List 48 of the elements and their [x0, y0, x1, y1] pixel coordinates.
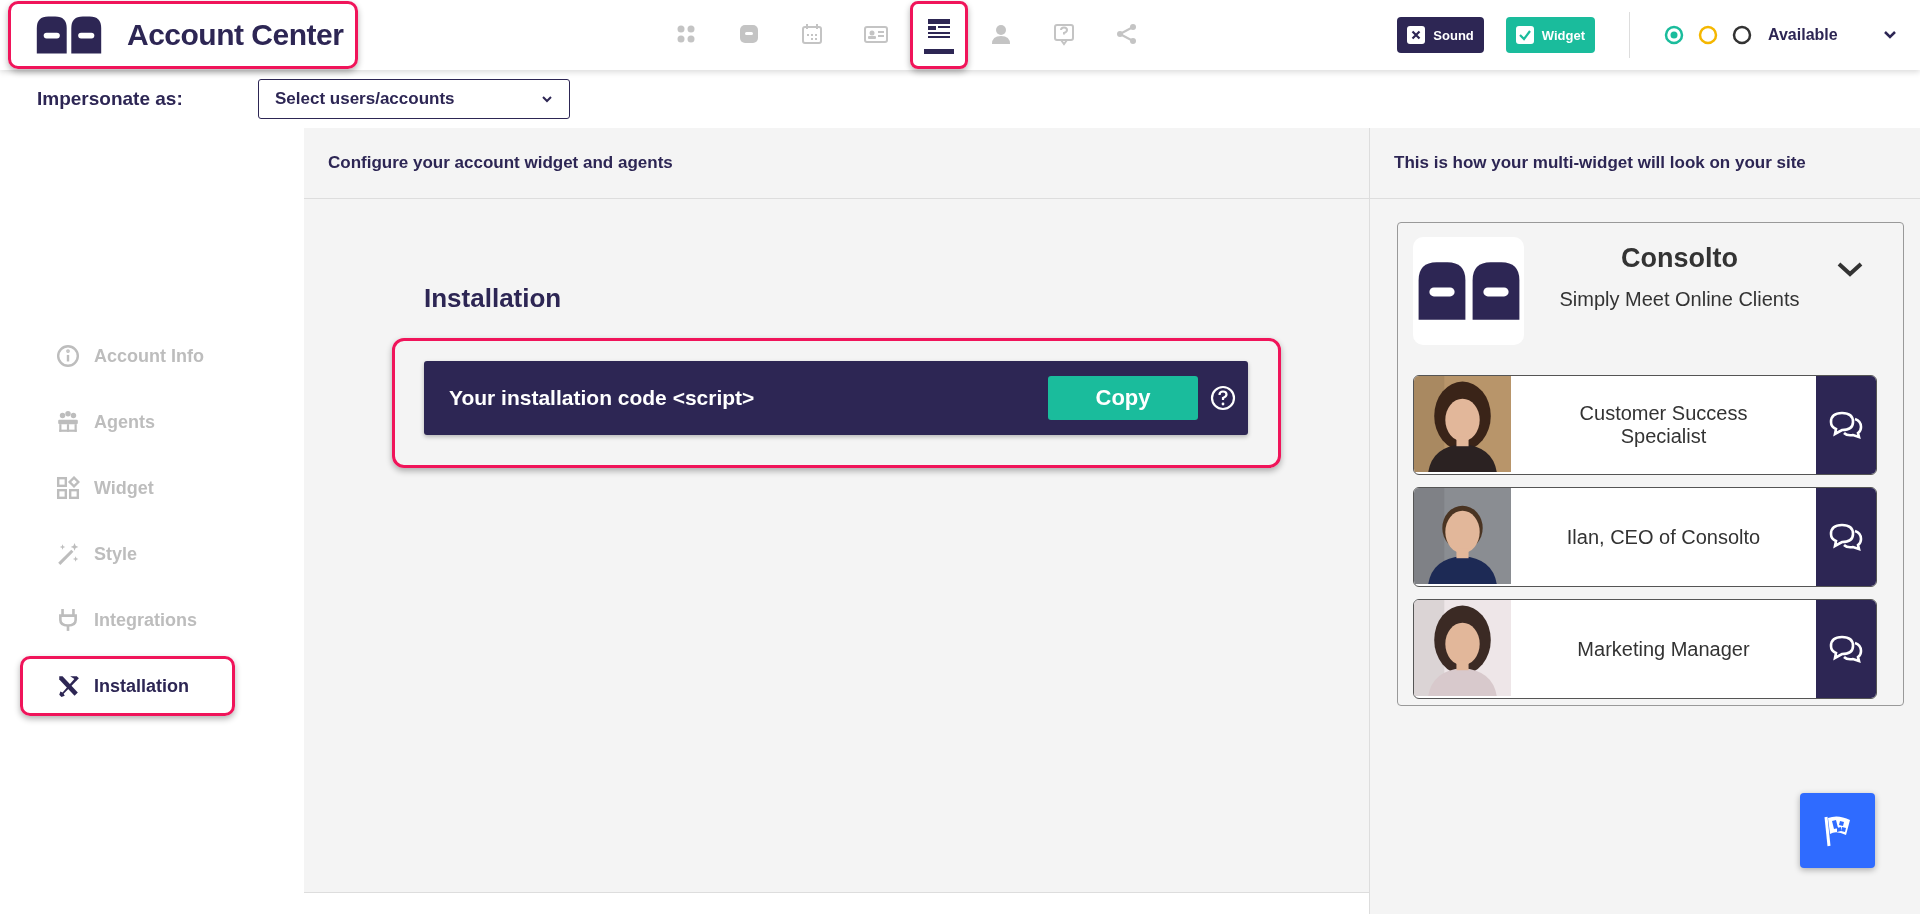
agent-title: Marketing Manager: [1576, 636, 1751, 662]
sound-toggle[interactable]: Sound: [1397, 17, 1484, 53]
chevron-down-icon: [541, 93, 553, 105]
flag-button[interactable]: [1800, 793, 1875, 868]
chat-button[interactable]: [1816, 488, 1876, 586]
panel-heading: This is how your multi-widget will look on your site: [1394, 153, 1806, 173]
chat-button[interactable]: [1816, 376, 1876, 474]
impersonate-label: Impersonate as:: [37, 88, 184, 110]
plug-icon: [59, 608, 77, 631]
sidebar-item[interactable]: Style: [23, 527, 144, 581]
agent-title: Ilan, CEO of Consolto: [1565, 524, 1762, 550]
status-radio[interactable]: [1664, 25, 1684, 45]
widgets-icon: [57, 476, 80, 499]
id-card-icon: [864, 26, 889, 43]
widget-toggle[interactable]: Widget: [1505, 17, 1595, 53]
people-group-icon: [58, 411, 78, 432]
sidebar-item[interactable]: Widget: [23, 461, 160, 515]
chat-bubbles-icon: [1828, 633, 1864, 665]
magic-wand-icon: [58, 543, 79, 565]
copy-button[interactable]: Copy: [1048, 376, 1198, 420]
sidebar-item[interactable]: Account Info: [23, 329, 210, 383]
panel-heading: Configure your account widget and agents: [328, 153, 673, 173]
status-radio[interactable]: [1698, 25, 1718, 45]
status-label: Available: [1768, 26, 1839, 44]
help-icon[interactable]: [1210, 385, 1236, 411]
account-select[interactable]: Select users/accounts: [258, 79, 570, 119]
brand-name: Consolto: [1621, 243, 1738, 274]
agent-title: Customer Success Specialist: [1578, 401, 1749, 449]
tools-icon: [59, 676, 79, 697]
chat-bubble-icon: [740, 25, 759, 43]
calendar-icon: [802, 24, 823, 44]
grid-dots-icon: [677, 25, 695, 43]
tagline: Simply Meet Online Clients: [1559, 288, 1800, 311]
chat-bubbles-icon: [1828, 409, 1864, 441]
info-icon: [57, 345, 79, 367]
sidebar-item[interactable]: Installation: [23, 659, 195, 713]
section-title: Installation: [424, 283, 563, 314]
person-icon: [992, 25, 1011, 44]
status-radio[interactable]: [1732, 25, 1752, 45]
help-bubble-icon: [1054, 24, 1075, 46]
chat-button[interactable]: [1816, 600, 1876, 698]
sidebar-item[interactable]: Integrations: [23, 593, 203, 647]
app-title: Account Center: [127, 18, 344, 52]
chat-bubbles-icon: [1828, 521, 1864, 553]
share-nodes-icon: [1117, 24, 1137, 44]
code-label: Your installation code <script>: [449, 386, 756, 410]
sidebar-item[interactable]: Agents: [23, 395, 161, 449]
layout-list-icon: [928, 18, 951, 38]
